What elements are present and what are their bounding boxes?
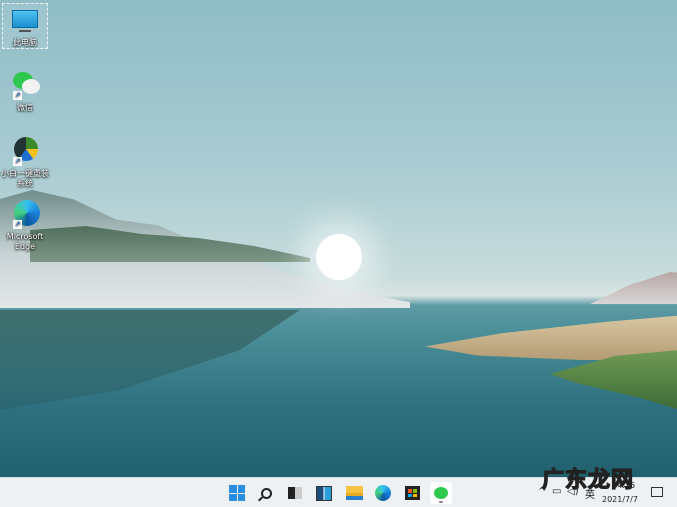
this-pc-icon — [9, 8, 41, 35]
desktop-icon-label: 微信 — [17, 103, 33, 112]
file-explorer-icon[interactable] — [343, 482, 365, 504]
desktop-icon-this-pc[interactable]: 此电脑 — [2, 3, 48, 49]
search-icon[interactable] — [255, 482, 277, 504]
task-view-icon[interactable] — [284, 482, 306, 504]
taskbar-wechat-icon[interactable] — [430, 482, 452, 504]
desktop-icon-label: 此电脑 — [13, 38, 37, 47]
wechat-icon: ↗ — [9, 70, 41, 100]
wallpaper-reeds — [425, 315, 677, 360]
clock-date[interactable]: 2021/7/7 — [602, 495, 638, 504]
widgets-icon[interactable] — [313, 482, 335, 504]
wallpaper-trees — [30, 226, 310, 262]
desktop-icon-wechat[interactable]: ↗ 微信 — [2, 70, 48, 113]
wallpaper-hill-right — [590, 272, 677, 304]
start-icon[interactable] — [226, 482, 248, 504]
xiaobai-installer-icon: ↗ — [9, 136, 41, 166]
desktop-icon-xiaobai[interactable]: ↗ 小白一键重装系统 — [1, 136, 49, 189]
desktop-icon-edge[interactable]: ↗ Microsoft Edge — [2, 199, 48, 252]
edge-icon: ↗ — [9, 199, 41, 229]
notification-icon[interactable] — [651, 487, 663, 497]
wallpaper-reflection — [0, 310, 300, 410]
desktop-icon-label: Microsoft Edge — [6, 232, 44, 251]
desktop-wallpaper: 此电脑 ↗ 微信 ↗ 小白一键重装系统 ↗ Microsoft Edge — [0, 0, 677, 477]
watermark: 广东龙网 — [541, 467, 635, 493]
desktop-icon-label: 小白一键重装系统 — [1, 169, 49, 188]
store-icon[interactable] — [401, 482, 423, 504]
wallpaper-sun — [316, 234, 362, 280]
taskbar-edge-icon[interactable] — [372, 482, 394, 504]
